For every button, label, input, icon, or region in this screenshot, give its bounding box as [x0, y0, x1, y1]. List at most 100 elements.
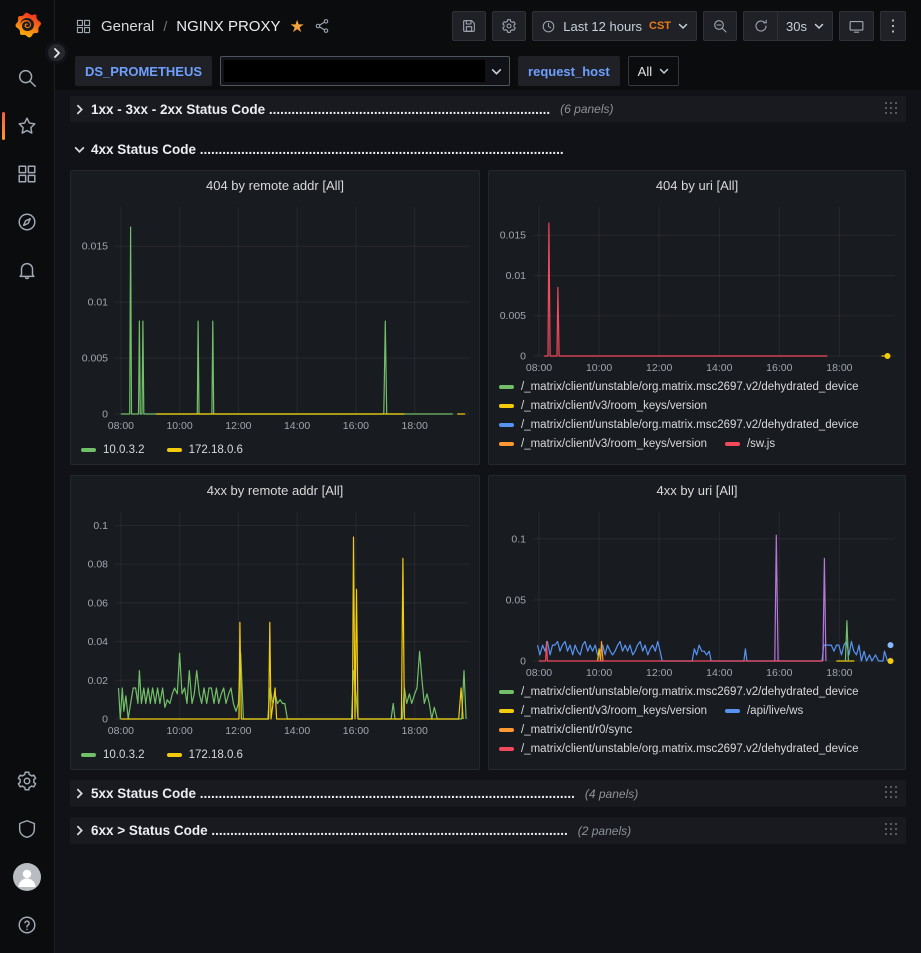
- panel-title[interactable]: 4xx by remote addr [All]: [71, 476, 479, 504]
- legend-item[interactable]: /api/live/ws: [725, 705, 803, 717]
- legend-item[interactable]: /_matrix/client/unstable/org.matrix.msc2…: [499, 686, 859, 698]
- svg-text:12:00: 12:00: [225, 725, 251, 737]
- sidebar-item-starred[interactable]: [0, 102, 54, 150]
- chevron-right-icon: [74, 825, 85, 836]
- legend-label: /_matrix/client/unstable/org.matrix.msc2…: [521, 743, 859, 755]
- dashboard-canvas: 1xx - 3xx - 2xx Status Code ............…: [55, 90, 921, 953]
- legend-swatch: [499, 385, 514, 389]
- share-icon[interactable]: [314, 18, 330, 34]
- row-1xx-3xx-2xx-status-code[interactable]: 1xx - 3xx - 2xx Status Code ............…: [70, 96, 906, 122]
- svg-text:10:00: 10:00: [586, 667, 612, 679]
- svg-text:0.01: 0.01: [88, 297, 109, 309]
- row-title: 4xx Status Code ........................…: [91, 142, 564, 157]
- variable-label-request-host[interactable]: request_host: [518, 56, 620, 86]
- legend-swatch: [725, 442, 740, 446]
- chevron-down-icon: [74, 144, 85, 155]
- svg-text:10:00: 10:00: [166, 725, 192, 737]
- legend-item[interactable]: 10.0.3.2: [81, 749, 145, 761]
- chevron-down-icon: [659, 66, 669, 76]
- bell-icon: [16, 259, 38, 281]
- legend-swatch: [499, 709, 514, 713]
- sidebar-item-explore[interactable]: [0, 198, 54, 246]
- time-series-chart[interactable]: 08:0010:0012:0014:0016:0018:0000.0050.01…: [489, 199, 905, 376]
- legend-item[interactable]: /_matrix/client/unstable/org.matrix.msc2…: [499, 419, 859, 431]
- shield-icon: [16, 818, 38, 840]
- legend-item[interactable]: 172.18.0.6: [167, 749, 243, 761]
- time-series-chart[interactable]: 08:0010:0012:0014:0016:0018:0000.0050.01…: [71, 199, 479, 434]
- svg-text:16:00: 16:00: [343, 420, 369, 432]
- timezone-label: CST: [649, 20, 671, 32]
- legend-item[interactable]: /_matrix/client/v3/room_keys/version: [499, 400, 707, 412]
- time-series-chart[interactable]: 08:0010:0012:0014:0016:0018:0000.020.040…: [71, 504, 479, 739]
- svg-text:14:00: 14:00: [284, 420, 310, 432]
- svg-text:14:00: 14:00: [706, 667, 732, 679]
- more-options-button[interactable]: ⋮: [880, 11, 906, 41]
- legend-swatch: [499, 728, 514, 732]
- grafana-logo[interactable]: [11, 10, 43, 42]
- legend-label: /_matrix/client/v3/room_keys/version: [521, 705, 707, 717]
- refresh-interval-dropdown[interactable]: 30s: [777, 11, 833, 41]
- sidebar-nav: [0, 54, 54, 294]
- time-range-picker[interactable]: Last 12 hours CST: [532, 11, 697, 41]
- svg-text:0: 0: [102, 714, 108, 726]
- sidebar-item-help[interactable]: [0, 901, 54, 949]
- sidebar-item-server-admin[interactable]: [0, 805, 54, 853]
- legend-item[interactable]: /_matrix/client/unstable/org.matrix.msc2…: [499, 743, 859, 755]
- variable-label-ds-prometheus[interactable]: DS_PROMETHEUS: [75, 56, 212, 86]
- legend-item[interactable]: /_matrix/client/v3/room_keys/version: [499, 438, 707, 450]
- active-indicator: [2, 112, 5, 140]
- legend-swatch: [499, 404, 514, 408]
- legend-item[interactable]: /_matrix/client/r0/sync: [499, 724, 632, 736]
- refresh-interval-label: 30s: [786, 19, 807, 34]
- refresh-icon: [753, 18, 769, 34]
- favorite-star-icon[interactable]: ★: [289, 18, 304, 35]
- chevron-right-icon: [74, 104, 85, 115]
- svg-text:08:00: 08:00: [108, 420, 134, 432]
- sidebar-expand-button[interactable]: [45, 41, 68, 64]
- legend-label: /_matrix/client/unstable/org.matrix.msc2…: [521, 686, 859, 698]
- chevron-right-icon: [74, 788, 85, 799]
- row-drag-handle[interactable]: [885, 102, 900, 117]
- chart-legend: 10.0.3.2 172.18.0.6: [71, 434, 479, 464]
- chart-legend: 10.0.3.2 172.18.0.6: [71, 739, 479, 769]
- sidebar-item-search[interactable]: [0, 54, 54, 102]
- sidebar-item-configuration[interactable]: [0, 757, 54, 805]
- sidebar-item-dashboards[interactable]: [0, 150, 54, 198]
- row-6xx-status-code[interactable]: 6xx > Status Code ......................…: [70, 817, 906, 844]
- svg-text:18:00: 18:00: [826, 667, 852, 679]
- legend-item[interactable]: 172.18.0.6: [167, 444, 243, 456]
- variable-select-request-host[interactable]: All: [628, 56, 679, 86]
- refresh-button-group: 30s: [743, 11, 833, 41]
- legend-label: /_matrix/client/v3/room_keys/version: [521, 400, 707, 412]
- legend-item[interactable]: /_matrix/client/v3/room_keys/version: [499, 705, 707, 717]
- sidebar-item-profile[interactable]: [0, 853, 54, 901]
- row-drag-handle[interactable]: [885, 786, 900, 801]
- panel-title[interactable]: 404 by remote addr [All]: [71, 171, 479, 199]
- refresh-button[interactable]: [743, 11, 777, 41]
- legend-swatch: [81, 753, 96, 757]
- panel-title[interactable]: 4xx by uri [All]: [489, 476, 905, 504]
- sidebar-item-alerting[interactable]: [0, 246, 54, 294]
- breadcrumb-section[interactable]: General: [101, 18, 154, 35]
- row-panel-count: (6 panels): [560, 102, 613, 116]
- panel-title[interactable]: 404 by uri [All]: [489, 171, 905, 199]
- row-5xx-status-code[interactable]: 5xx Status Code ........................…: [70, 780, 906, 807]
- header-bar: General / NGINX PROXY ★ Last 12 hours CS…: [55, 0, 921, 52]
- time-series-chart[interactable]: 08:0010:0012:0014:0016:0018:0000.050.1: [489, 504, 905, 681]
- page-title[interactable]: NGINX PROXY: [176, 18, 280, 35]
- row-4xx-status-code[interactable]: 4xx Status Code ........................…: [70, 136, 906, 162]
- legend-label: /_matrix/client/unstable/org.matrix.msc2…: [521, 419, 859, 431]
- legend-item[interactable]: 10.0.3.2: [81, 444, 145, 456]
- legend-item[interactable]: /_matrix/client/unstable/org.matrix.msc2…: [499, 381, 859, 393]
- zoom-out-button[interactable]: [703, 11, 737, 41]
- tv-mode-button[interactable]: [839, 11, 874, 41]
- legend-swatch: [499, 690, 514, 694]
- legend-item[interactable]: /sw.js: [725, 438, 775, 450]
- save-dashboard-button[interactable]: [452, 11, 486, 41]
- row-drag-handle[interactable]: [885, 823, 900, 838]
- legend-label: 172.18.0.6: [189, 444, 243, 456]
- svg-text:0.06: 0.06: [88, 597, 109, 609]
- dashboard-settings-button[interactable]: [492, 11, 526, 41]
- variable-select-ds-prometheus[interactable]: [220, 56, 510, 86]
- svg-text:0.015: 0.015: [82, 241, 108, 253]
